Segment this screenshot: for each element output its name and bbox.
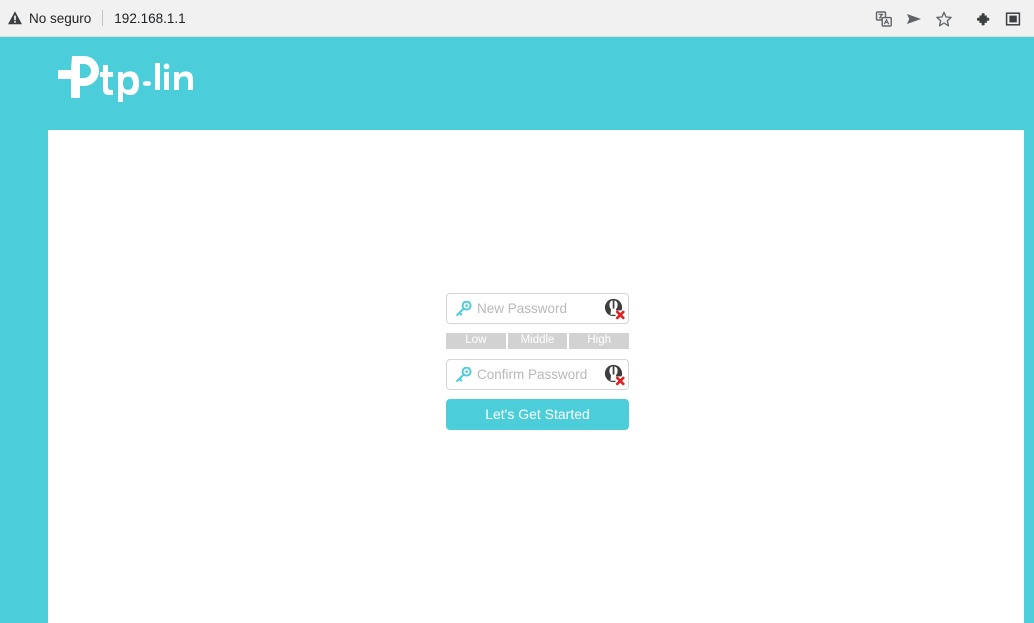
- password-setup-form: Low Middle High Let's Get Started: [446, 293, 630, 430]
- confirm-password-field-wrapper: [446, 359, 629, 390]
- star-icon[interactable]: [929, 4, 959, 34]
- broken-image-icon[interactable]: [604, 298, 625, 320]
- router-setup-page: Low Middle High Let's Get Started: [0, 37, 1034, 623]
- sidebar-panel-icon[interactable]: [998, 4, 1028, 34]
- tp-link-logo-icon: [48, 48, 193, 108]
- content-panel: Low Middle High Let's Get Started: [48, 130, 1024, 623]
- browser-toolbar: No seguro 192.168.1.1: [0, 0, 1034, 37]
- security-label: No seguro: [29, 10, 92, 26]
- strength-segment-high: High: [569, 333, 630, 349]
- translate-icon[interactable]: [869, 4, 899, 34]
- broken-image-icon[interactable]: [604, 364, 625, 386]
- confirm-password-input[interactable]: [477, 360, 604, 389]
- strength-segment-middle: Middle: [507, 333, 570, 349]
- omnibox-divider: [102, 10, 104, 26]
- new-password-input[interactable]: [477, 294, 604, 323]
- site-security-indicator[interactable]: No seguro: [6, 4, 91, 32]
- url-text[interactable]: 192.168.1.1: [114, 11, 185, 26]
- browser-actions: [869, 0, 1028, 37]
- warning-triangle-icon: [6, 9, 24, 27]
- send-icon[interactable]: [899, 4, 929, 34]
- puzzle-piece-icon[interactable]: [968, 4, 998, 34]
- strength-segment-low: Low: [446, 333, 508, 349]
- page-header: [0, 37, 1034, 130]
- password-strength-meter: Low Middle High: [446, 333, 630, 349]
- lets-get-started-button[interactable]: Let's Get Started: [446, 399, 629, 430]
- confirm-password-field[interactable]: [446, 359, 629, 390]
- key-icon: [455, 366, 472, 383]
- key-icon: [455, 300, 472, 317]
- new-password-field[interactable]: [446, 293, 629, 324]
